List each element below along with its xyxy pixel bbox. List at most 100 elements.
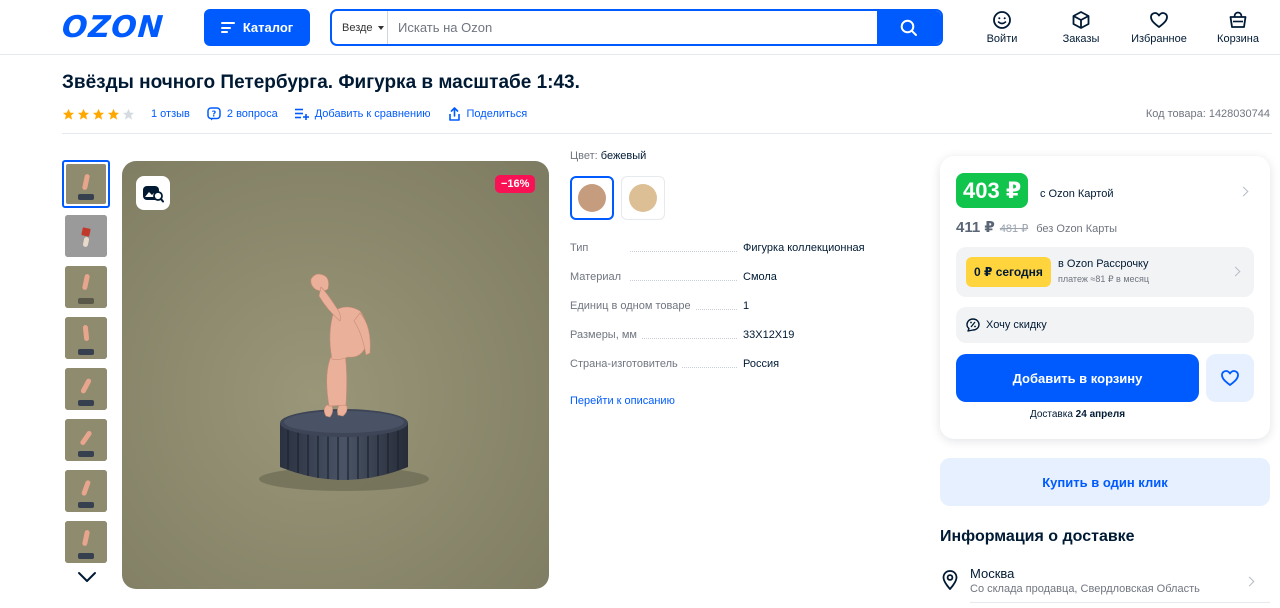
installment-badge: 0 ₽ сегодня [966, 257, 1051, 287]
rating-stars[interactable] [62, 108, 135, 121]
installment-block[interactable]: 0 ₽ сегодня в Ozon Рассрочку платеж ≈81 … [956, 247, 1254, 297]
search-input[interactable] [388, 11, 877, 44]
spec-value[interactable]: Смола [743, 271, 777, 283]
thumbnail-3[interactable] [65, 266, 107, 308]
header-cart[interactable]: Корзина [1203, 10, 1273, 45]
color-label-key: Цвет: [570, 150, 598, 162]
location-pin-icon [942, 570, 958, 590]
divider [62, 133, 1272, 134]
product-meta-row: 1 отзыв ? 2 вопроса Добавить к сравнению… [62, 106, 544, 122]
divider [970, 602, 1270, 603]
spec-row: Материал Смола [570, 271, 890, 283]
color-label-value: бежевый [600, 150, 647, 162]
spec-key: Материал [570, 271, 625, 283]
spec-row: Тип Фигурка коллекционная [570, 242, 890, 254]
compare-link[interactable]: Добавить к сравнению [294, 108, 431, 120]
spec-key: Тип [570, 242, 593, 254]
share-label: Поделиться [466, 108, 528, 120]
header-favorites-label: Избранное [1131, 33, 1187, 45]
color-label: Цвет: бежевый [570, 150, 890, 162]
product-main-image[interactable] [122, 161, 549, 589]
thumbnail-4[interactable] [65, 317, 107, 359]
price-with-card[interactable]: 403 ₽ [956, 173, 1029, 208]
price-row: 411 ₽ 481 ₽ без Ozon Карты [956, 218, 1117, 236]
site-header: OZON Каталог Везде Войти [0, 0, 1280, 55]
header-orders[interactable]: Заказы [1046, 10, 1116, 45]
star-empty-icon [122, 108, 135, 120]
figurine-photo [122, 161, 549, 589]
search-icon [900, 19, 917, 36]
thumbnail-6[interactable] [65, 419, 107, 461]
chevron-right-icon [1230, 266, 1241, 277]
color-swatch-2[interactable] [621, 176, 665, 220]
discount-badge: −16% [495, 175, 536, 193]
search-scope-select[interactable]: Везде [332, 11, 388, 44]
delivery-city-row[interactable]: Москва Со склада продавца, Свердловская … [940, 562, 1270, 603]
header-login-label: Войти [986, 33, 1018, 45]
share-link[interactable]: Поделиться [448, 107, 528, 121]
want-discount-button[interactable]: Хочу скидку [956, 307, 1254, 343]
star-icon [92, 108, 105, 120]
cart-bag-icon [1229, 11, 1247, 28]
delivery-source: Со склада продавца, Свердловская Область [970, 583, 1200, 595]
header-favorites[interactable]: Избранное [1124, 10, 1194, 45]
thumbnails-scroll-down[interactable] [77, 570, 97, 588]
chevron-right-icon [1244, 576, 1255, 587]
star-icon [77, 108, 90, 120]
product-sku: Код товара: 1428030744 [1145, 108, 1270, 120]
delivery-date: Доставка 24 апреля [956, 409, 1199, 420]
spec-key: Страна-изготовитель [570, 358, 682, 370]
heart-icon [1221, 370, 1239, 386]
image-search-icon [143, 186, 164, 203]
spec-key: Размеры, мм [570, 329, 641, 341]
catalog-button[interactable]: Каталог [204, 9, 310, 46]
compare-list-icon [294, 108, 309, 120]
heart-icon [1150, 12, 1168, 28]
image-search-button[interactable] [136, 176, 170, 210]
installment-title: в Ozon Рассрочку [1058, 258, 1149, 270]
go-to-description-link[interactable]: Перейти к описанию [570, 395, 675, 407]
thumbnail-7[interactable] [65, 470, 107, 512]
add-to-cart-button[interactable]: Добавить в корзину [956, 354, 1199, 402]
installment-subtitle: платеж ≈81 ₽ в месяц [1058, 274, 1150, 284]
search-button[interactable] [877, 11, 941, 44]
star-icon [62, 108, 75, 120]
reviews-link[interactable]: 1 отзыв [151, 108, 190, 120]
thumbnail-8[interactable] [65, 521, 107, 563]
thumbnail-1[interactable] [62, 160, 110, 208]
header-cart-label: Корзина [1217, 33, 1259, 45]
delivery-date-prefix: Доставка [1029, 409, 1073, 420]
price: 411 ₽ [956, 219, 995, 236]
buy-card: 403 ₽ с Ozon Картой 411 ₽ 481 ₽ без Ozon… [940, 156, 1270, 439]
user-face-icon [993, 11, 1011, 29]
old-price: 481 ₽ [999, 223, 1029, 235]
spec-key: Единиц в одном товаре [570, 300, 695, 312]
catalog-label: Каталог [242, 20, 294, 35]
color-swatch-1[interactable] [570, 176, 614, 220]
buy-one-click-button[interactable]: Купить в один клик [940, 458, 1270, 506]
thumbnail-2[interactable] [65, 215, 107, 257]
questions-link[interactable]: ? 2 вопроса [207, 107, 278, 121]
svg-text:?: ? [212, 109, 217, 118]
percent-chat-icon [966, 318, 980, 332]
spec-row: Единиц в одном товаре 1 [570, 300, 890, 312]
delivery-city: Москва [970, 566, 1015, 581]
header-login[interactable]: Войти [967, 10, 1037, 45]
search-scope-value: Везде [342, 21, 373, 34]
price-label: без Ozon Карты [1036, 223, 1118, 235]
question-bubble-icon: ? [207, 107, 221, 121]
spec-value: 33Х12Х19 [743, 329, 795, 341]
spec-value: 1 [743, 300, 750, 312]
price-with-card-label: с Ozon Картой [1040, 188, 1114, 200]
questions-label: 2 вопроса [226, 108, 278, 120]
product-title: Звёзды ночного Петербурга. Фигурка в мас… [62, 72, 580, 93]
spec-value[interactable]: Фигурка коллекционная [743, 242, 865, 254]
add-to-favorites-button[interactable] [1206, 354, 1254, 402]
chevron-down-icon [377, 25, 384, 30]
chevron-right-icon[interactable] [1238, 186, 1249, 197]
want-discount-label: Хочу скидку [986, 319, 1047, 331]
spec-row: Страна-изготовитель Россия [570, 358, 890, 370]
spec-value[interactable]: Россия [743, 358, 779, 370]
thumbnail-5[interactable] [65, 368, 107, 410]
ozon-logo[interactable]: OZON [61, 10, 165, 45]
